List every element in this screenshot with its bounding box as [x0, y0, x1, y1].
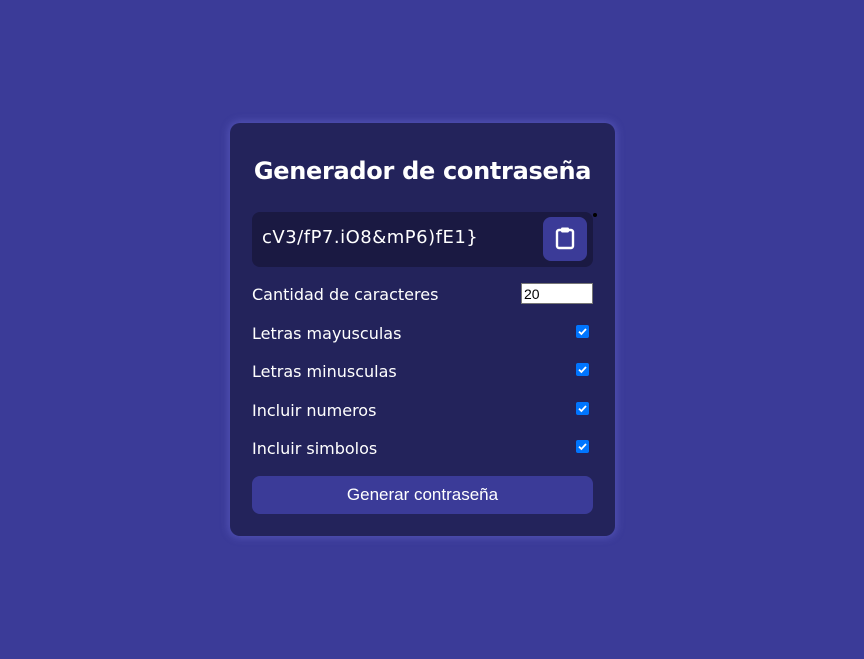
- checkmark-icon: [578, 443, 587, 451]
- copy-to-clipboard-button[interactable]: [543, 217, 587, 261]
- setting-lowercase: Letras minusculas: [252, 360, 593, 384]
- checkmark-icon: [578, 366, 587, 374]
- checkmark-icon: [578, 405, 587, 413]
- numbers-checkbox[interactable]: [576, 402, 589, 415]
- numbers-label: Incluir numeros: [252, 401, 377, 420]
- symbols-checkbox[interactable]: [576, 440, 589, 453]
- password-result-box: cV3/fP7.iO8&mP6)fE1}: [252, 212, 593, 267]
- setting-symbols: Incluir simbolos: [252, 437, 593, 461]
- length-label: Cantidad de caracteres: [252, 285, 439, 304]
- stray-dot: [593, 213, 597, 217]
- setting-uppercase: Letras mayusculas: [252, 322, 593, 346]
- uppercase-checkbox[interactable]: [576, 325, 589, 338]
- lowercase-checkbox[interactable]: [576, 363, 589, 376]
- setting-length: Cantidad de caracteres: [252, 283, 593, 307]
- lowercase-label: Letras minusculas: [252, 362, 397, 381]
- checkmark-icon: [578, 328, 587, 336]
- clipboard-icon: [554, 226, 576, 253]
- length-input[interactable]: [521, 283, 593, 304]
- password-generator-card: Generador de contraseña cV3/fP7.iO8&mP6)…: [230, 123, 615, 536]
- page-title: Generador de contraseña: [253, 157, 592, 185]
- setting-numbers: Incluir numeros: [252, 399, 593, 423]
- password-result-text: cV3/fP7.iO8&mP6)fE1}: [262, 227, 479, 248]
- symbols-label: Incluir simbolos: [252, 439, 378, 458]
- generate-password-button[interactable]: Generar contraseña: [252, 476, 593, 514]
- uppercase-label: Letras mayusculas: [252, 324, 402, 343]
